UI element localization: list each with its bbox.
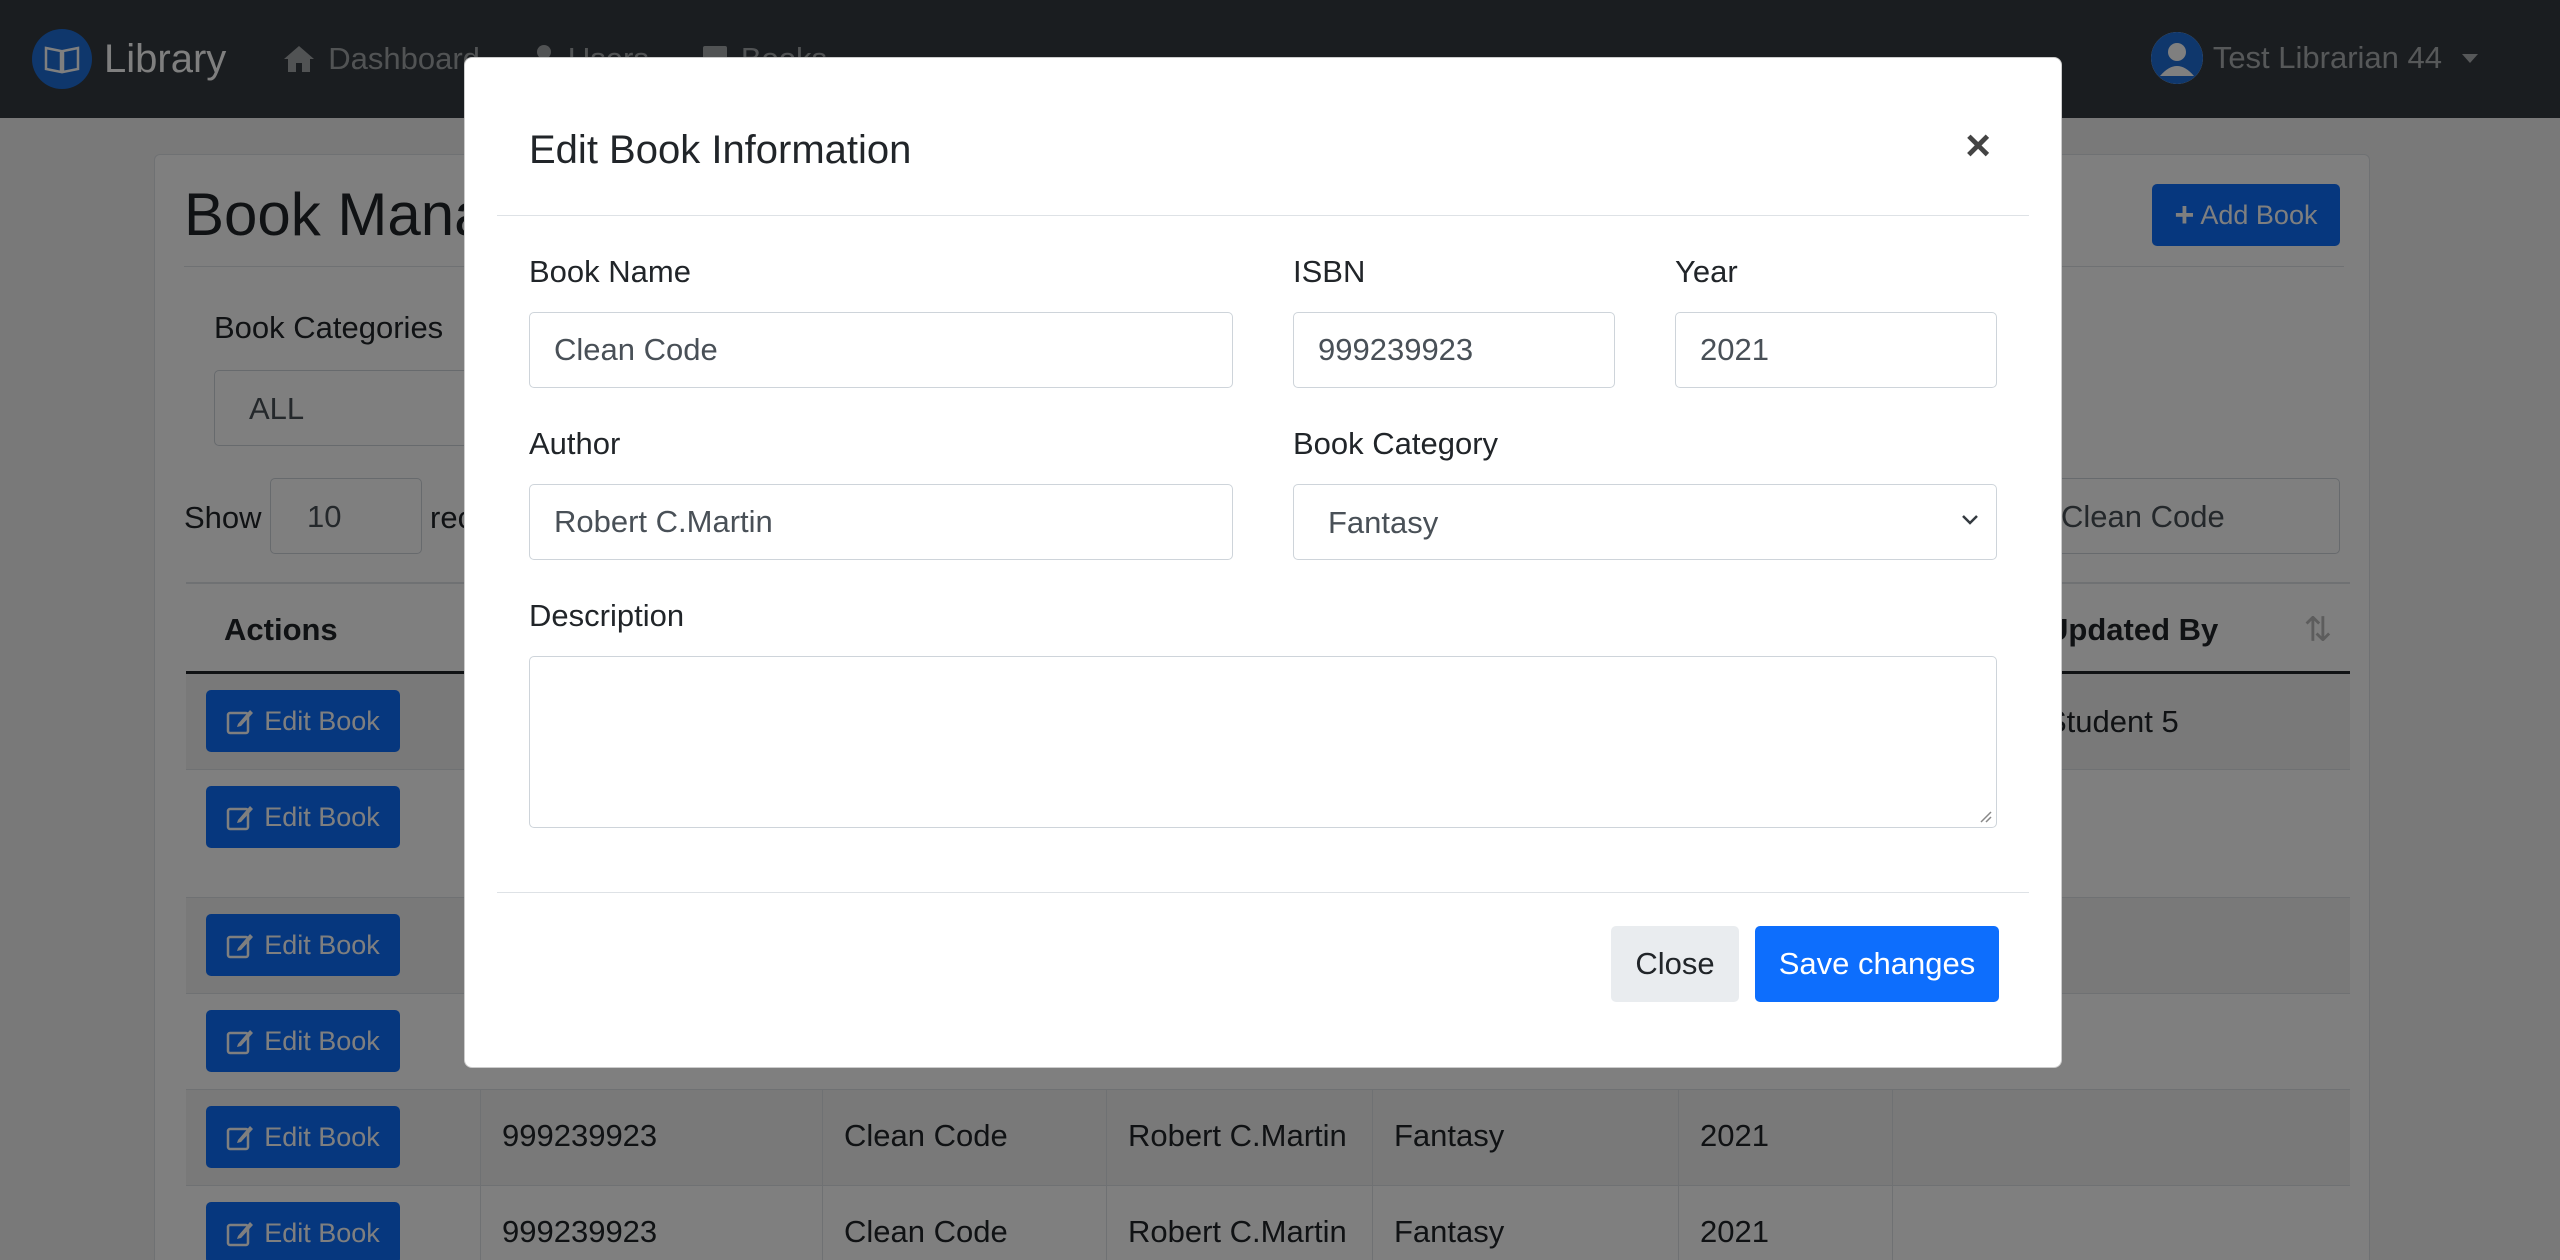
book-name-field[interactable]	[529, 312, 1233, 388]
book-name-label: Book Name	[529, 254, 691, 289]
save-changes-button[interactable]: Save changes	[1755, 926, 1999, 1002]
resize-handle-icon[interactable]	[1976, 807, 1992, 823]
description-label: Description	[529, 598, 685, 633]
year-label: Year	[1675, 254, 1738, 289]
author-field[interactable]	[529, 484, 1233, 560]
close-icon[interactable]: ×	[1965, 124, 1991, 168]
chevron-down-icon	[1962, 515, 1978, 525]
modal-footer-divider	[497, 892, 2029, 893]
isbn-field[interactable]	[1293, 312, 1615, 388]
year-field[interactable]	[1675, 312, 1997, 388]
book-category-label: Book Category	[1293, 426, 1499, 461]
book-category-value: Fantasy	[1328, 505, 1439, 540]
modal-header-divider	[497, 215, 2029, 216]
book-category-select[interactable]: Fantasy	[1293, 484, 1997, 560]
modal-title: Edit Book Information	[529, 128, 912, 172]
isbn-label: ISBN	[1293, 254, 1366, 289]
author-label: Author	[529, 426, 621, 461]
edit-book-modal: Edit Book Information × Book Name ISBN Y…	[464, 57, 2062, 1068]
close-button[interactable]: Close	[1611, 926, 1739, 1002]
description-field[interactable]	[529, 656, 1997, 828]
